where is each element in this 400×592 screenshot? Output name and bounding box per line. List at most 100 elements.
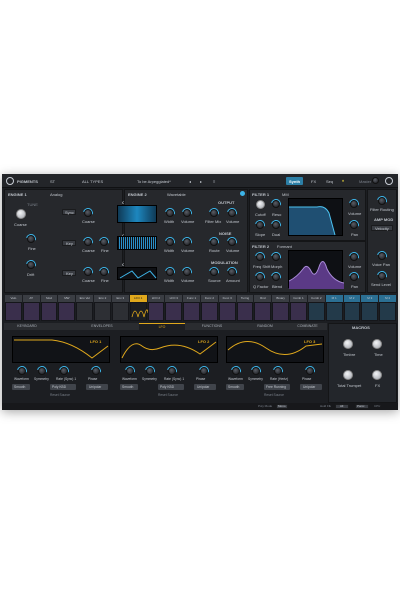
blend-knob[interactable] bbox=[272, 273, 280, 281]
tab-lfo[interactable]: LFO bbox=[139, 323, 185, 330]
lfo-2-rate-knob[interactable] bbox=[168, 367, 176, 375]
osc2-fine-knob[interactable] bbox=[100, 238, 108, 246]
voice-pan-knob[interactable] bbox=[378, 252, 386, 260]
q-factor-knob[interactable] bbox=[256, 273, 264, 281]
tab-functions[interactable]: FUNCTIONS bbox=[189, 323, 235, 330]
filter-1-curve[interactable] bbox=[288, 198, 343, 236]
tab-random[interactable]: RANDOM bbox=[242, 323, 288, 330]
mod-source-19[interactable]: M 1 bbox=[325, 295, 343, 302]
lfo-1-rate-knob[interactable] bbox=[60, 367, 68, 375]
mod-source-10[interactable]: LFO 3 bbox=[165, 295, 183, 302]
engine-1-mode[interactable]: Analog bbox=[50, 192, 62, 197]
tab-combinate[interactable]: COMBINATE bbox=[288, 323, 327, 330]
noise-route-knob[interactable] bbox=[210, 238, 218, 246]
lfo-1-sym-knob[interactable] bbox=[38, 367, 46, 375]
mod-source-1[interactable]: Velo bbox=[5, 295, 22, 302]
mod-source-pad-13[interactable] bbox=[218, 302, 236, 321]
coarse-knob[interactable] bbox=[16, 209, 26, 219]
mod-source-pad-22[interactable] bbox=[379, 302, 396, 321]
lfo-3-wave-knob[interactable] bbox=[232, 367, 240, 375]
mod-source-pad-12[interactable] bbox=[201, 302, 218, 321]
mod-source-8[interactable]: LFO 1 bbox=[129, 295, 147, 302]
fine-knob[interactable] bbox=[27, 235, 35, 243]
mod-source-2[interactable]: AT bbox=[22, 295, 40, 302]
mod-source-pad-20[interactable] bbox=[343, 302, 361, 321]
mod-source-17[interactable]: Comb 1 bbox=[290, 295, 307, 302]
drift-knob[interactable] bbox=[27, 261, 35, 269]
next-preset-icon[interactable]: ▸ bbox=[200, 179, 202, 184]
cutoff-knob[interactable] bbox=[256, 200, 265, 209]
reso-knob[interactable] bbox=[272, 200, 280, 208]
mod-source-14[interactable]: Turing bbox=[236, 295, 254, 302]
mod-source-4[interactable]: MW bbox=[58, 295, 76, 302]
preset-bank[interactable]: ST bbox=[50, 179, 55, 184]
tab-seq[interactable]: Seq bbox=[326, 179, 333, 184]
lfo-1-phase-knob[interactable] bbox=[92, 367, 100, 375]
osc1-coarse-knob[interactable] bbox=[84, 209, 92, 217]
filter-1-volume-knob[interactable] bbox=[350, 200, 358, 208]
mod-source-20[interactable]: M 2 bbox=[343, 295, 361, 302]
e2-volume2-knob[interactable] bbox=[183, 238, 191, 246]
engine-2-power-icon[interactable] bbox=[240, 191, 245, 196]
noise-volume-knob[interactable] bbox=[228, 238, 236, 246]
osc2-waveform[interactable] bbox=[117, 236, 157, 250]
bulb-icon[interactable]: ♦ bbox=[342, 178, 344, 183]
mod-source-3[interactable]: Mod bbox=[40, 295, 58, 302]
mod-source-13[interactable]: Func 3 bbox=[218, 295, 236, 302]
slope-knob[interactable] bbox=[256, 221, 264, 229]
macro-fx-knob[interactable] bbox=[372, 370, 382, 380]
macro-trumpet-knob[interactable] bbox=[343, 370, 353, 380]
lfo-3-phase-knob[interactable] bbox=[306, 367, 314, 375]
mod-source-pad-14[interactable] bbox=[236, 302, 254, 321]
filter-2-mode[interactable]: Formant bbox=[277, 244, 292, 249]
e2-width2-knob[interactable] bbox=[166, 238, 174, 246]
engine-2-mode[interactable]: Wavetable bbox=[167, 192, 186, 197]
mod-source-pad-8[interactable] bbox=[129, 302, 149, 321]
mod-source-pad-10[interactable] bbox=[165, 302, 183, 321]
e2-volume3-knob[interactable] bbox=[183, 268, 191, 276]
filter-1-pan-knob[interactable] bbox=[350, 221, 358, 229]
category-label[interactable]: ALL TYPES bbox=[82, 179, 103, 184]
mod-source-15[interactable]: Rnd bbox=[254, 295, 272, 302]
macro-time-knob[interactable] bbox=[372, 339, 382, 349]
mod-source-pad-9[interactable] bbox=[147, 302, 165, 321]
master-knob[interactable] bbox=[372, 177, 379, 184]
mod-source-pad-1[interactable] bbox=[5, 302, 22, 321]
mod-source-pad-18[interactable] bbox=[307, 302, 325, 321]
mod-source-16[interactable]: Binary bbox=[272, 295, 290, 302]
mod-source-7[interactable]: Env 3 bbox=[111, 295, 129, 302]
prev-preset-icon[interactable]: ◂ bbox=[189, 179, 191, 184]
mod-source-pad-4[interactable] bbox=[58, 302, 76, 321]
e2-volume-knob[interactable] bbox=[183, 209, 191, 217]
dual-knob[interactable] bbox=[272, 221, 280, 229]
mod-source-pad-19[interactable] bbox=[325, 302, 343, 321]
freq-shift-knob[interactable] bbox=[256, 253, 264, 261]
filter-1-mode[interactable]: MM bbox=[282, 192, 289, 197]
e2-width-knob[interactable] bbox=[166, 209, 174, 217]
tab-keyboard[interactable]: KEYBOARD bbox=[4, 323, 50, 330]
tab-fx[interactable]: FX bbox=[311, 179, 316, 184]
mod-source-pad-17[interactable] bbox=[290, 302, 307, 321]
filter-2-volume-knob[interactable] bbox=[350, 253, 358, 261]
morph-knob[interactable] bbox=[272, 253, 280, 261]
osc3-coarse-knob[interactable] bbox=[84, 268, 92, 276]
mod-source-pad-15[interactable] bbox=[254, 302, 272, 321]
mod-source-12[interactable]: Func 2 bbox=[201, 295, 218, 302]
mod-source-pad-11[interactable] bbox=[183, 302, 200, 321]
osc1-waveform[interactable] bbox=[117, 205, 157, 223]
osc2-coarse-knob[interactable] bbox=[84, 238, 92, 246]
mod-source-22[interactable]: M 4 bbox=[379, 295, 396, 302]
mod-source-pad-6[interactable] bbox=[94, 302, 111, 321]
osc3-waveform[interactable] bbox=[117, 267, 157, 280]
lfo-3-rate-knob[interactable] bbox=[274, 367, 282, 375]
filter-2-curve[interactable] bbox=[288, 250, 345, 289]
osc3-fine-knob[interactable] bbox=[100, 268, 108, 276]
tab-envelopes[interactable]: ENVELOPES bbox=[79, 323, 125, 330]
filter-mix-knob[interactable] bbox=[210, 209, 218, 217]
filter-2-pan-knob[interactable] bbox=[350, 273, 358, 281]
mod-source-11[interactable]: Func 1 bbox=[183, 295, 200, 302]
mod-source-pad-7[interactable] bbox=[111, 302, 129, 321]
mod-source-21[interactable]: M 3 bbox=[361, 295, 379, 302]
lfo-1-wave-knob[interactable] bbox=[18, 367, 26, 375]
e2-width3-knob[interactable] bbox=[166, 268, 174, 276]
